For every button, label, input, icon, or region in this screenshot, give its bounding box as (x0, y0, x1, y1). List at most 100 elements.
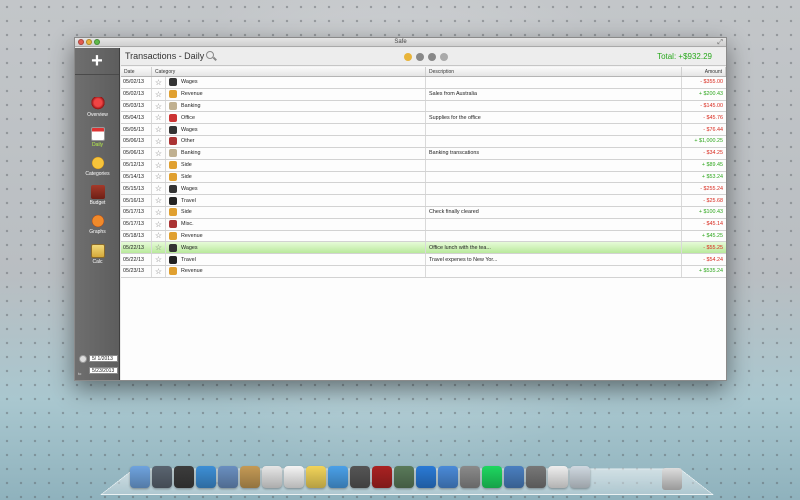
date-from-field[interactable]: 5/ 1/2013 (89, 355, 118, 362)
safe-app-window: Safe ⤢ + Overview Daily Categories Budge… (74, 37, 727, 381)
sidebar-item-daily[interactable]: Daily (75, 127, 120, 148)
table-row[interactable]: 05/04/13 ☆ Office Supplies for the office - … (121, 112, 726, 125)
row-description[interactable]: Travel expenes to New Yor... (426, 254, 682, 265)
table-row[interactable]: 05/17/13 ☆ Misc. - $45.14 (121, 218, 726, 231)
calendar-icon[interactable] (262, 466, 282, 488)
iphoto-icon[interactable] (394, 466, 414, 488)
row-description[interactable] (426, 218, 682, 230)
spotify-icon[interactable] (482, 466, 502, 488)
messages-icon[interactable] (328, 466, 348, 488)
row-category: Wages (166, 242, 426, 254)
sidebar-item-budget[interactable]: Budget (75, 185, 120, 206)
table-row[interactable]: 05/12/13 ☆ Side + $89.45 (121, 159, 726, 172)
star-icon[interactable]: ☆ (152, 206, 166, 218)
star-icon[interactable]: ☆ (152, 147, 166, 159)
star-icon[interactable]: ☆ (152, 77, 166, 88)
table-row[interactable]: 05/14/13 ☆ Side + $53.24 (121, 171, 726, 184)
add-transaction-button[interactable]: + (75, 48, 119, 75)
notes-icon[interactable] (306, 466, 326, 488)
row-description[interactable] (426, 124, 682, 136)
star-icon[interactable]: ☆ (152, 230, 166, 242)
star-icon[interactable]: ☆ (152, 159, 166, 171)
row-category: Revenue (166, 230, 426, 242)
star-icon[interactable]: ☆ (152, 136, 166, 147)
add-circle-icon[interactable] (404, 53, 412, 61)
row-description[interactable]: Check finally cleared (426, 206, 682, 218)
table-row[interactable]: 05/22/13 ☆ Wages Office lunch with the tea.… (121, 242, 726, 255)
title-bar[interactable]: Safe ⤢ (75, 38, 726, 47)
mission-control-icon[interactable] (174, 466, 194, 488)
category-icon (169, 220, 177, 229)
row-description[interactable] (426, 136, 682, 147)
star-icon[interactable]: ☆ (152, 266, 166, 277)
info-circle-icon[interactable] (428, 53, 436, 61)
column-header-category[interactable]: Category (152, 67, 426, 76)
row-date: 05/04/13 (121, 112, 152, 124)
sidebar-item-graphs[interactable]: Graphs (75, 214, 120, 235)
star-icon[interactable]: ☆ (152, 171, 166, 183)
facetime-icon[interactable] (350, 466, 370, 488)
row-category: Side (166, 159, 426, 171)
star-icon[interactable]: ☆ (152, 195, 166, 206)
star-icon[interactable]: ☆ (152, 88, 166, 100)
row-description[interactable] (426, 159, 682, 171)
safari-icon[interactable] (196, 466, 216, 488)
contacts-icon[interactable] (240, 466, 260, 488)
column-header-amount[interactable]: Amount (682, 67, 726, 76)
star-icon[interactable]: ☆ (152, 183, 166, 195)
finder-window-icon[interactable] (570, 466, 590, 488)
search-icon[interactable] (206, 51, 214, 59)
star-icon[interactable]: ☆ (152, 100, 166, 112)
table-row[interactable]: 05/05/13 ☆ Wages - $76.44 (121, 124, 726, 137)
date-range-toggle[interactable] (79, 355, 87, 363)
gear-icon[interactable] (440, 53, 448, 61)
remove-circle-icon[interactable] (416, 53, 424, 61)
preview-icon[interactable] (548, 466, 568, 488)
app-store-icon[interactable] (438, 466, 458, 488)
row-description[interactable]: Office lunch with the tea... (426, 242, 682, 254)
row-description[interactable] (426, 171, 682, 183)
star-icon[interactable]: ☆ (152, 218, 166, 230)
column-header-date[interactable]: Date (121, 67, 152, 76)
star-icon[interactable]: ☆ (152, 124, 166, 136)
star-icon[interactable]: ☆ (152, 112, 166, 124)
date-to-field[interactable]: 5/23/2013 (89, 367, 118, 374)
row-description[interactable] (426, 183, 682, 195)
row-description[interactable]: Supplies for the office (426, 112, 682, 124)
row-description[interactable] (426, 77, 682, 88)
sidebar-item-categories[interactable]: Categories (75, 156, 120, 177)
table-row[interactable]: 05/17/13 ☆ Side Check finally cleared + $100… (121, 206, 726, 219)
star-icon[interactable]: ☆ (152, 242, 166, 254)
table-row[interactable]: 05/02/13 ☆ Wages - $355.00 (121, 77, 726, 89)
table-row[interactable]: 05/18/13 ☆ Revenue + $45.25 (121, 230, 726, 243)
row-description[interactable]: Sales from Australia (426, 88, 682, 100)
row-description[interactable] (426, 100, 682, 112)
table-row[interactable]: 05/06/13 ☆ Banking Banking transcations - $3… (121, 147, 726, 160)
table-row[interactable]: 05/16/13 ☆ Travel - $25.68 (121, 195, 726, 207)
photo-booth-icon[interactable] (372, 466, 392, 488)
table-row[interactable]: 05/03/13 ☆ Banking - $145.00 (121, 100, 726, 113)
table-row[interactable]: 05/02/13 ☆ Revenue Sales from Australia + $2… (121, 88, 726, 101)
mail-icon[interactable] (218, 466, 238, 488)
star-icon[interactable]: ☆ (152, 254, 166, 265)
itunes-icon[interactable] (416, 466, 436, 488)
row-description[interactable] (426, 266, 682, 277)
table-row[interactable]: 05/23/13 ☆ Revenue + $535.24 (121, 266, 726, 278)
speaker-icon[interactable] (526, 466, 546, 488)
fullscreen-icon[interactable]: ⤢ (717, 38, 723, 47)
reminders-icon[interactable] (284, 466, 304, 488)
trash-icon[interactable] (662, 468, 682, 490)
xcode-icon[interactable] (504, 466, 524, 488)
column-header-description[interactable]: Description (426, 67, 682, 76)
row-description[interactable] (426, 195, 682, 206)
finder-icon[interactable] (130, 466, 150, 488)
sidebar-item-overview[interactable]: Overview (75, 97, 120, 118)
table-row[interactable]: 05/15/13 ☆ Wages - $255.24 (121, 183, 726, 196)
table-row[interactable]: 05/22/13 ☆ Travel Travel expenes to New Yor… (121, 254, 726, 266)
system-preferences-icon[interactable] (460, 466, 480, 488)
table-row[interactable]: 05/06/13 ☆ Other + $1,000.25 (121, 136, 726, 148)
launchpad-icon[interactable] (152, 466, 172, 488)
sidebar-item-calc[interactable]: Calc (75, 244, 120, 265)
row-description[interactable] (426, 230, 682, 242)
row-description[interactable]: Banking transcations (426, 147, 682, 159)
